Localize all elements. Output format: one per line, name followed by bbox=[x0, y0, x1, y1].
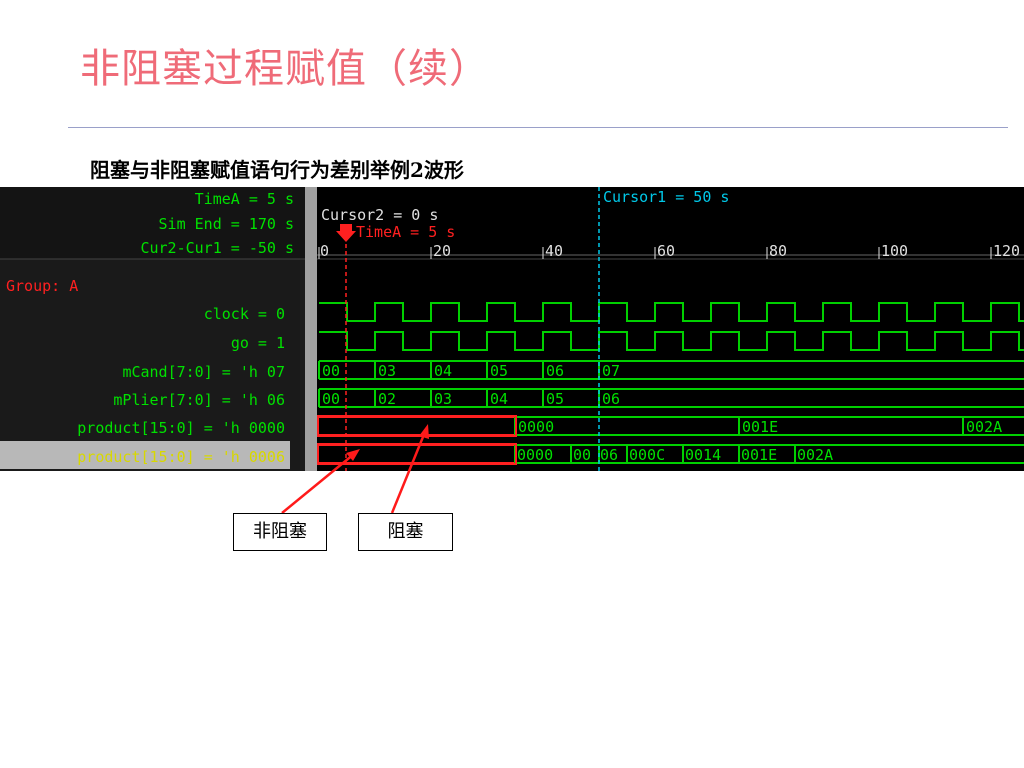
annotation-layer bbox=[281, 424, 429, 514]
nonblocking-arrow bbox=[281, 453, 355, 514]
nonblocking-label-box: 非阻塞 bbox=[233, 513, 327, 551]
blocking-label-box: 阻塞 bbox=[358, 513, 453, 551]
blocking-arrowhead-icon bbox=[419, 424, 429, 439]
blocking-arrow bbox=[390, 431, 427, 514]
